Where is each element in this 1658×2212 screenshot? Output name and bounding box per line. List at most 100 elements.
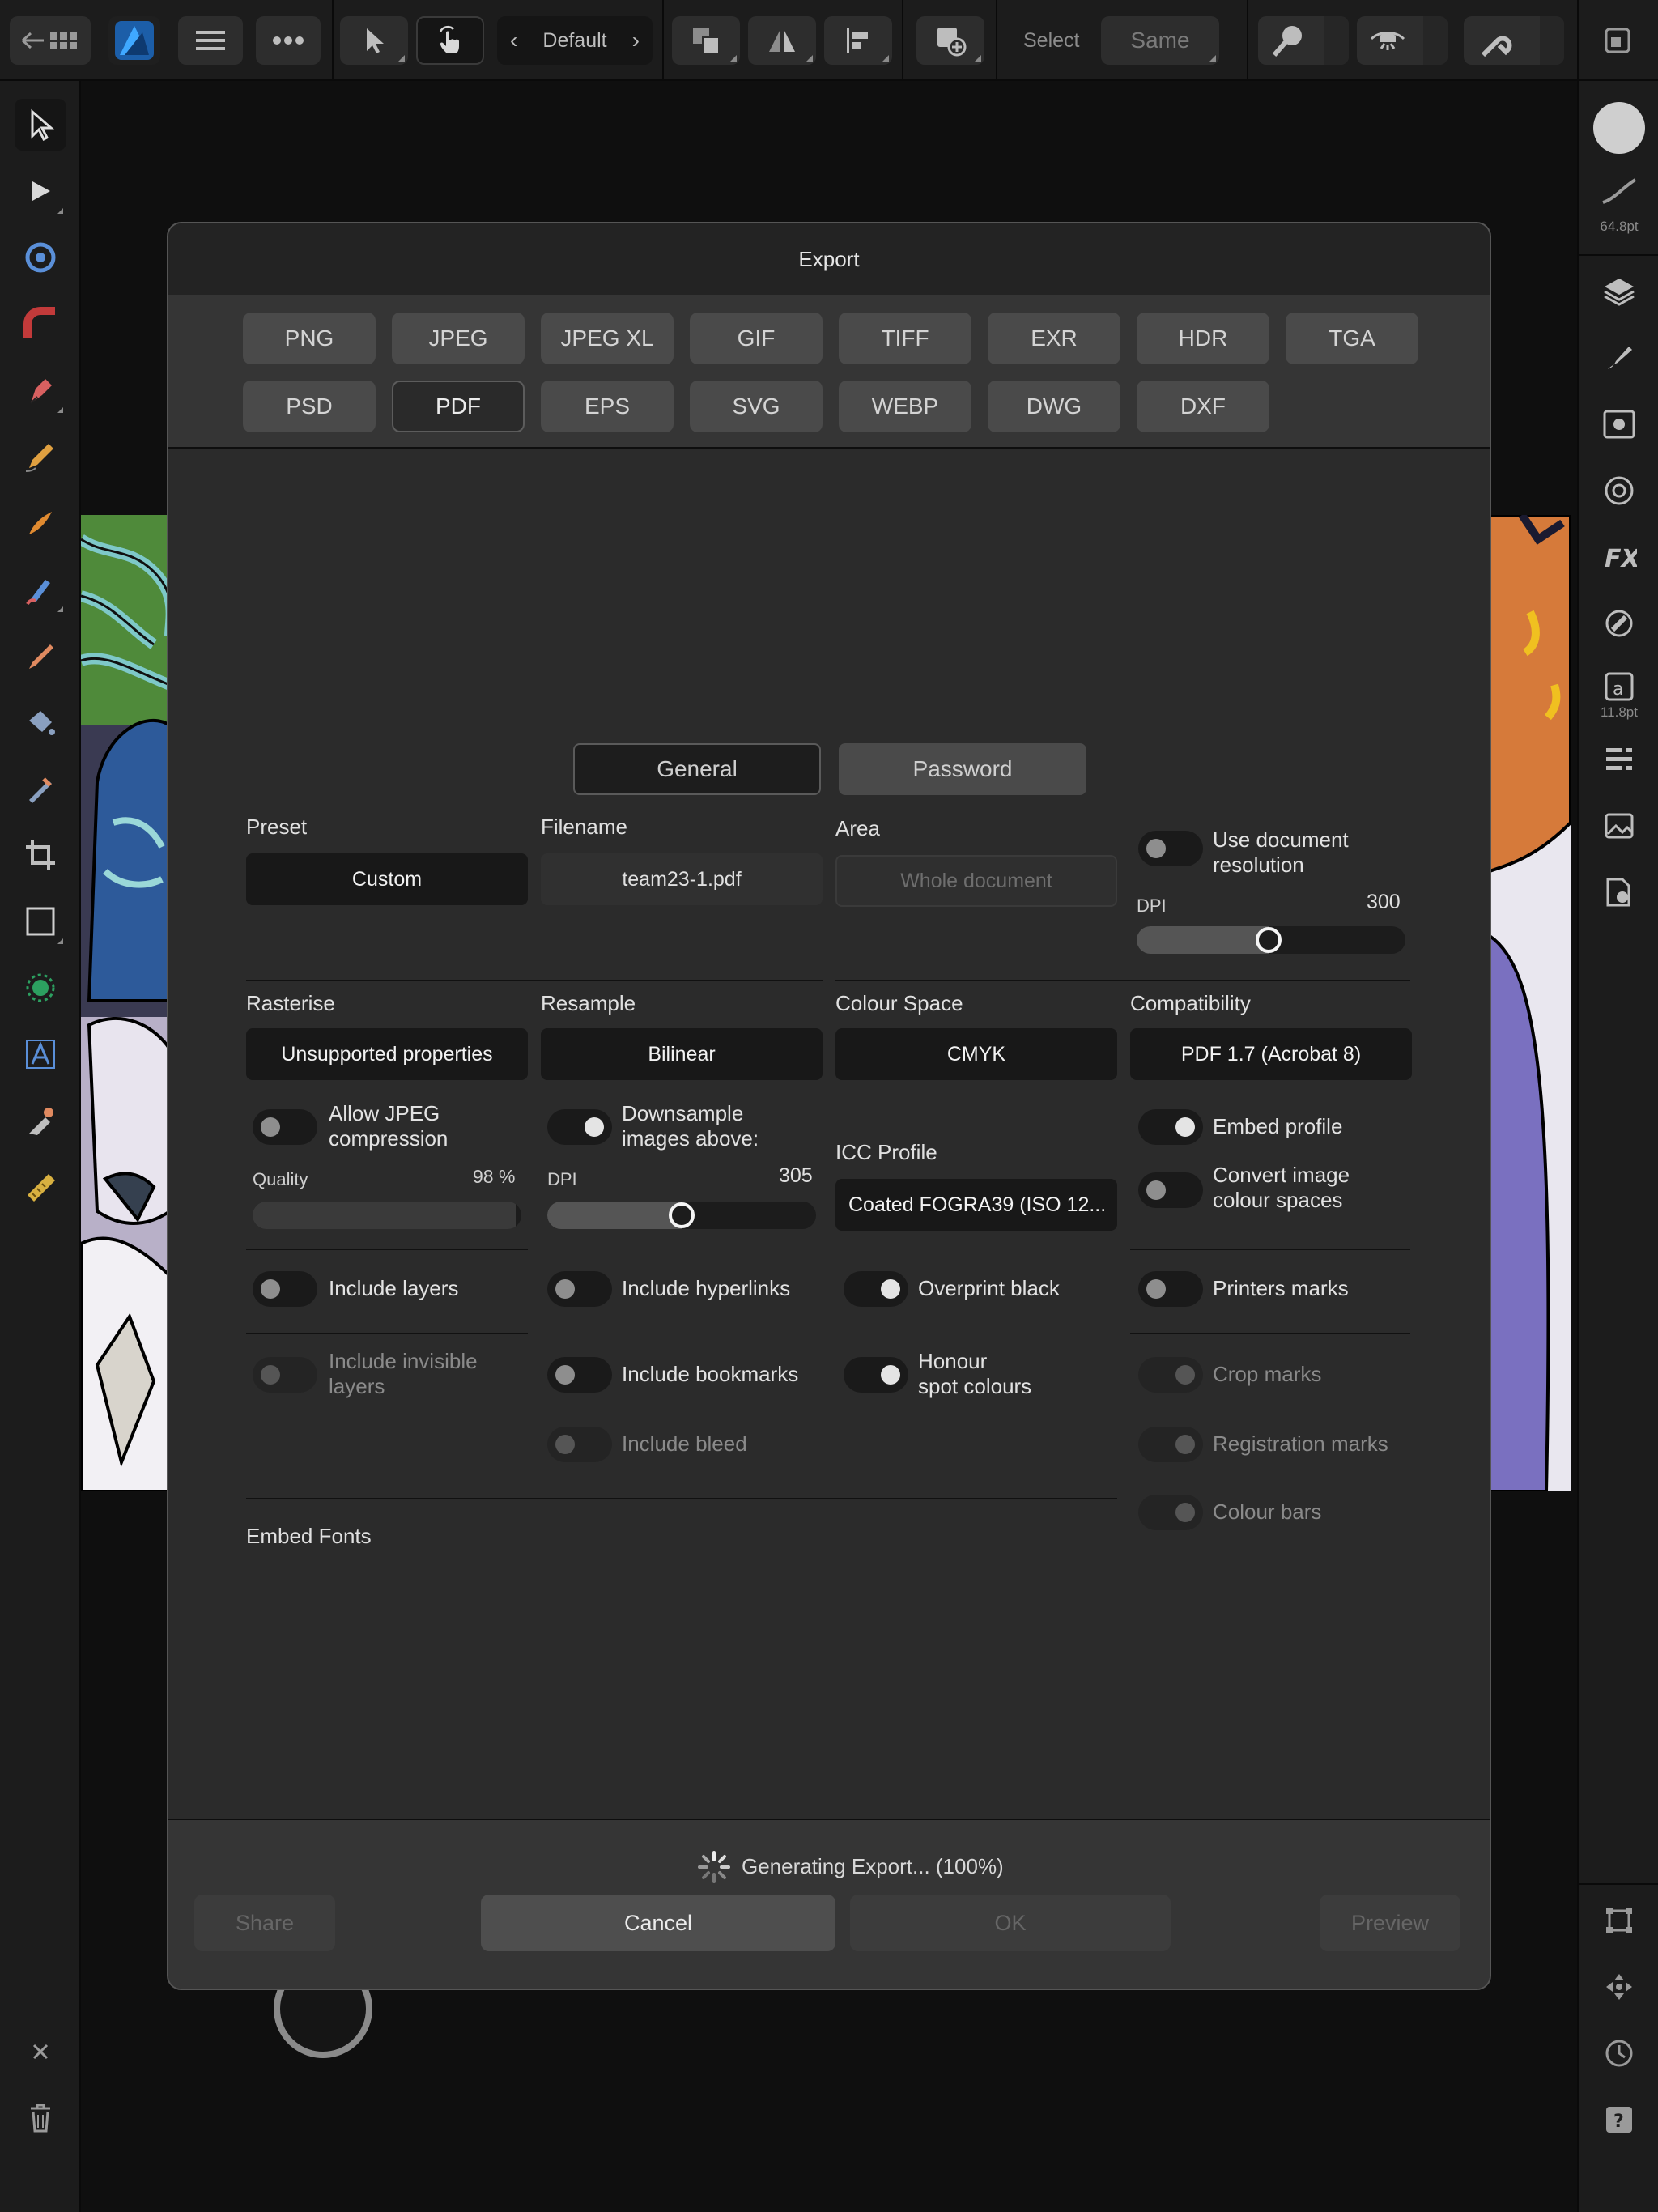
node-tool[interactable] (19, 170, 63, 214)
pencil-tool[interactable] (19, 436, 62, 478)
preset-dropdown[interactable]: Custom (246, 853, 528, 905)
format-hdr[interactable]: HDR (1137, 313, 1269, 364)
back-to-gallery-button[interactable] (10, 16, 91, 65)
move-tool[interactable] (15, 99, 66, 151)
delete-button[interactable] (19, 2097, 62, 2139)
touch-tool-button[interactable] (416, 16, 484, 65)
resample-dropdown[interactable]: Bilinear (541, 1028, 823, 1080)
format-psd[interactable]: PSD (243, 381, 376, 432)
format-gif[interactable]: GIF (690, 313, 823, 364)
measure-tool[interactable] (19, 1166, 62, 1208)
styles-panel-button[interactable] (1596, 601, 1642, 646)
fx-panel-button[interactable]: FX (1596, 534, 1642, 580)
effects-panel-button[interactable] (1596, 468, 1642, 513)
cancel-button[interactable]: Cancel (481, 1895, 835, 1951)
vector-brush-tool[interactable] (19, 635, 62, 677)
select-same-button[interactable]: Same (1101, 16, 1219, 65)
corner-tool[interactable] (19, 303, 62, 345)
preview-button[interactable]: Preview (1320, 1895, 1460, 1951)
pen-tool[interactable] (19, 369, 63, 413)
layers-panel-button[interactable] (1596, 269, 1642, 314)
arrange-button[interactable] (672, 16, 740, 65)
format-jpeg-xl[interactable]: JPEG XL (541, 313, 674, 364)
format-tiff[interactable]: TIFF (839, 313, 971, 364)
view-mode-button[interactable] (1357, 16, 1448, 65)
transform-panel-button[interactable] (1596, 1898, 1642, 1943)
colour-bars-toggle[interactable] (1138, 1495, 1203, 1530)
chevron-right-icon[interactable]: › (632, 28, 640, 53)
settings-panel-button[interactable] (1596, 870, 1642, 915)
format-pdf[interactable]: PDF (392, 381, 525, 432)
colour-space-dropdown[interactable]: CMYK (835, 1028, 1117, 1080)
format-webp[interactable]: WEBP (839, 381, 971, 432)
rectangle-tool[interactable] (19, 900, 63, 944)
paragraph-panel-button[interactable] (1596, 737, 1642, 782)
close-selection-button[interactable] (19, 2031, 62, 2073)
registration-marks-toggle[interactable] (1138, 1427, 1203, 1462)
adjustments-panel-button[interactable] (1596, 402, 1642, 447)
transparency-tool[interactable] (19, 768, 62, 810)
include-bleed-toggle[interactable] (547, 1427, 612, 1462)
gradient-tool[interactable] (19, 236, 62, 279)
convert-image-toggle[interactable] (1138, 1172, 1203, 1208)
dpi-slider-thumb[interactable] (1255, 927, 1282, 953)
more-button[interactable] (256, 16, 321, 65)
format-dxf[interactable]: DXF (1137, 381, 1269, 432)
character-panel-button[interactable]: a (1596, 664, 1642, 709)
fill-tool[interactable] (19, 568, 63, 612)
app-logo-button[interactable] (108, 16, 160, 65)
format-eps[interactable]: EPS (541, 381, 674, 432)
include-hyperlinks-toggle[interactable] (547, 1271, 612, 1307)
persona-switcher[interactable]: ‹ Default › (497, 16, 653, 65)
insert-button[interactable] (916, 16, 984, 65)
downsample-dpi-slider-thumb[interactable] (669, 1202, 695, 1228)
include-layers-toggle[interactable] (253, 1271, 317, 1307)
brush-tool[interactable] (19, 502, 62, 544)
downsample-toggle[interactable] (547, 1109, 612, 1145)
stroke-swatch[interactable] (1596, 168, 1642, 214)
quality-slider[interactable] (253, 1202, 521, 1229)
stock-panel-button[interactable] (1596, 803, 1642, 849)
place-tool[interactable] (19, 967, 62, 1009)
format-png[interactable]: PNG (243, 313, 376, 364)
use-document-resolution-toggle[interactable] (1138, 831, 1203, 866)
icc-profile-dropdown[interactable]: Coated FOGRA39 (ISO 12... (835, 1179, 1117, 1231)
format-dwg[interactable]: DWG (988, 381, 1120, 432)
chevron-left-icon[interactable]: ‹ (510, 28, 517, 53)
snapping-button[interactable] (1464, 16, 1564, 65)
printers-marks-toggle[interactable] (1138, 1271, 1203, 1307)
menu-button[interactable] (178, 16, 243, 65)
overprint-black-toggle[interactable] (844, 1271, 908, 1307)
color-picker-tool[interactable] (19, 1100, 62, 1142)
help-button[interactable]: ? (1596, 2097, 1642, 2142)
erase-tool[interactable] (19, 701, 62, 743)
flip-button[interactable] (748, 16, 816, 65)
area-dropdown[interactable]: Whole document (835, 855, 1117, 907)
rasterise-dropdown[interactable]: Unsupported properties (246, 1028, 528, 1080)
window-button[interactable] (1593, 16, 1642, 65)
share-button[interactable]: Share (194, 1895, 335, 1951)
tab-general[interactable]: General (573, 743, 821, 795)
format-tga[interactable]: TGA (1286, 313, 1418, 364)
crop-marks-toggle[interactable] (1138, 1357, 1203, 1393)
embed-profile-toggle[interactable] (1138, 1109, 1203, 1145)
allow-jpeg-toggle[interactable] (253, 1109, 317, 1145)
format-jpeg[interactable]: JPEG (392, 313, 525, 364)
align-button[interactable] (824, 16, 892, 65)
text-tool[interactable] (19, 1033, 62, 1075)
compatibility-dropdown[interactable]: PDF 1.7 (Acrobat 8) (1130, 1028, 1412, 1080)
honour-spot-colours-toggle[interactable] (844, 1357, 908, 1393)
move-tool-button[interactable] (340, 16, 408, 65)
include-bookmarks-toggle[interactable] (547, 1357, 612, 1393)
crop-tool[interactable] (19, 834, 62, 876)
zoom-button[interactable] (1258, 16, 1349, 65)
navigator-panel-button[interactable] (1596, 1964, 1642, 2010)
colour-well[interactable] (1593, 102, 1645, 154)
filename-input[interactable]: team23-1.pdf (541, 853, 823, 905)
tab-password[interactable]: Password (839, 743, 1086, 795)
history-panel-button[interactable] (1596, 2031, 1642, 2076)
format-svg[interactable]: SVG (690, 381, 823, 432)
include-invisible-layers-toggle[interactable] (253, 1357, 317, 1393)
ok-button[interactable]: OK (850, 1895, 1171, 1951)
brushes-panel-button[interactable] (1596, 335, 1642, 381)
